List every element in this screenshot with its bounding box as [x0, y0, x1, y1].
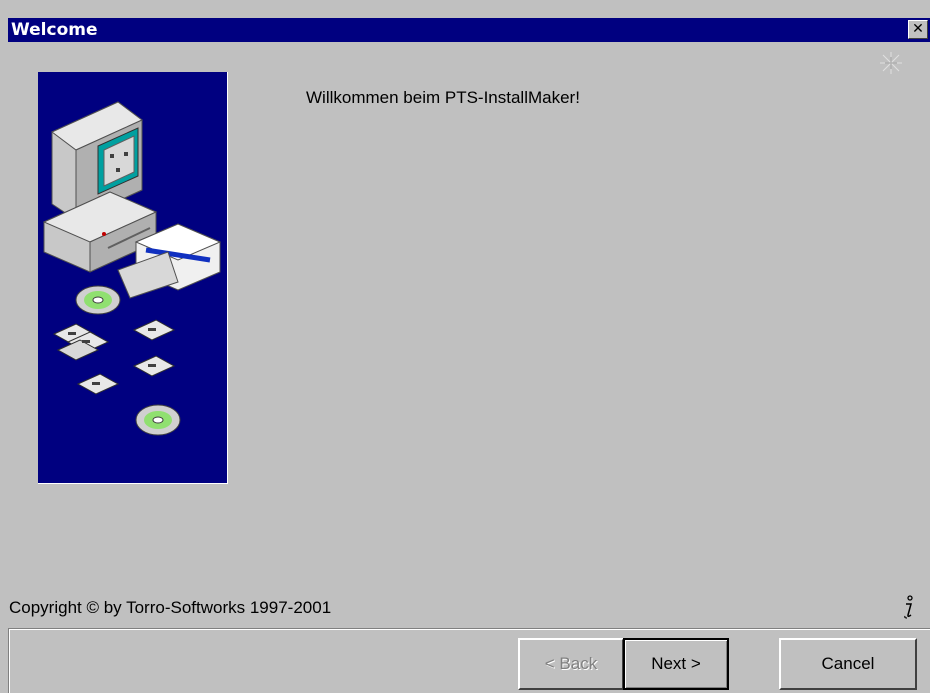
- copyright-text: Copyright © by Torro-Softworks 1997-2001: [9, 598, 332, 617]
- window-title: Welcome: [11, 20, 98, 40]
- sparkle-icon: [880, 52, 902, 74]
- next-button[interactable]: Next >: [623, 638, 729, 690]
- installer-dialog: Welcome ✕ Willkommen beim PTS-InstallMak…: [0, 0, 930, 693]
- installer-illustration: [38, 72, 228, 484]
- cancel-button[interactable]: Cancel: [779, 638, 917, 690]
- welcome-message: Willkommen beim PTS-InstallMaker!: [306, 88, 580, 107]
- close-button[interactable]: ✕: [908, 20, 928, 39]
- info-icon[interactable]: [899, 594, 917, 620]
- back-button[interactable]: < Back: [518, 638, 624, 690]
- title-bar[interactable]: Welcome ✕: [8, 18, 930, 42]
